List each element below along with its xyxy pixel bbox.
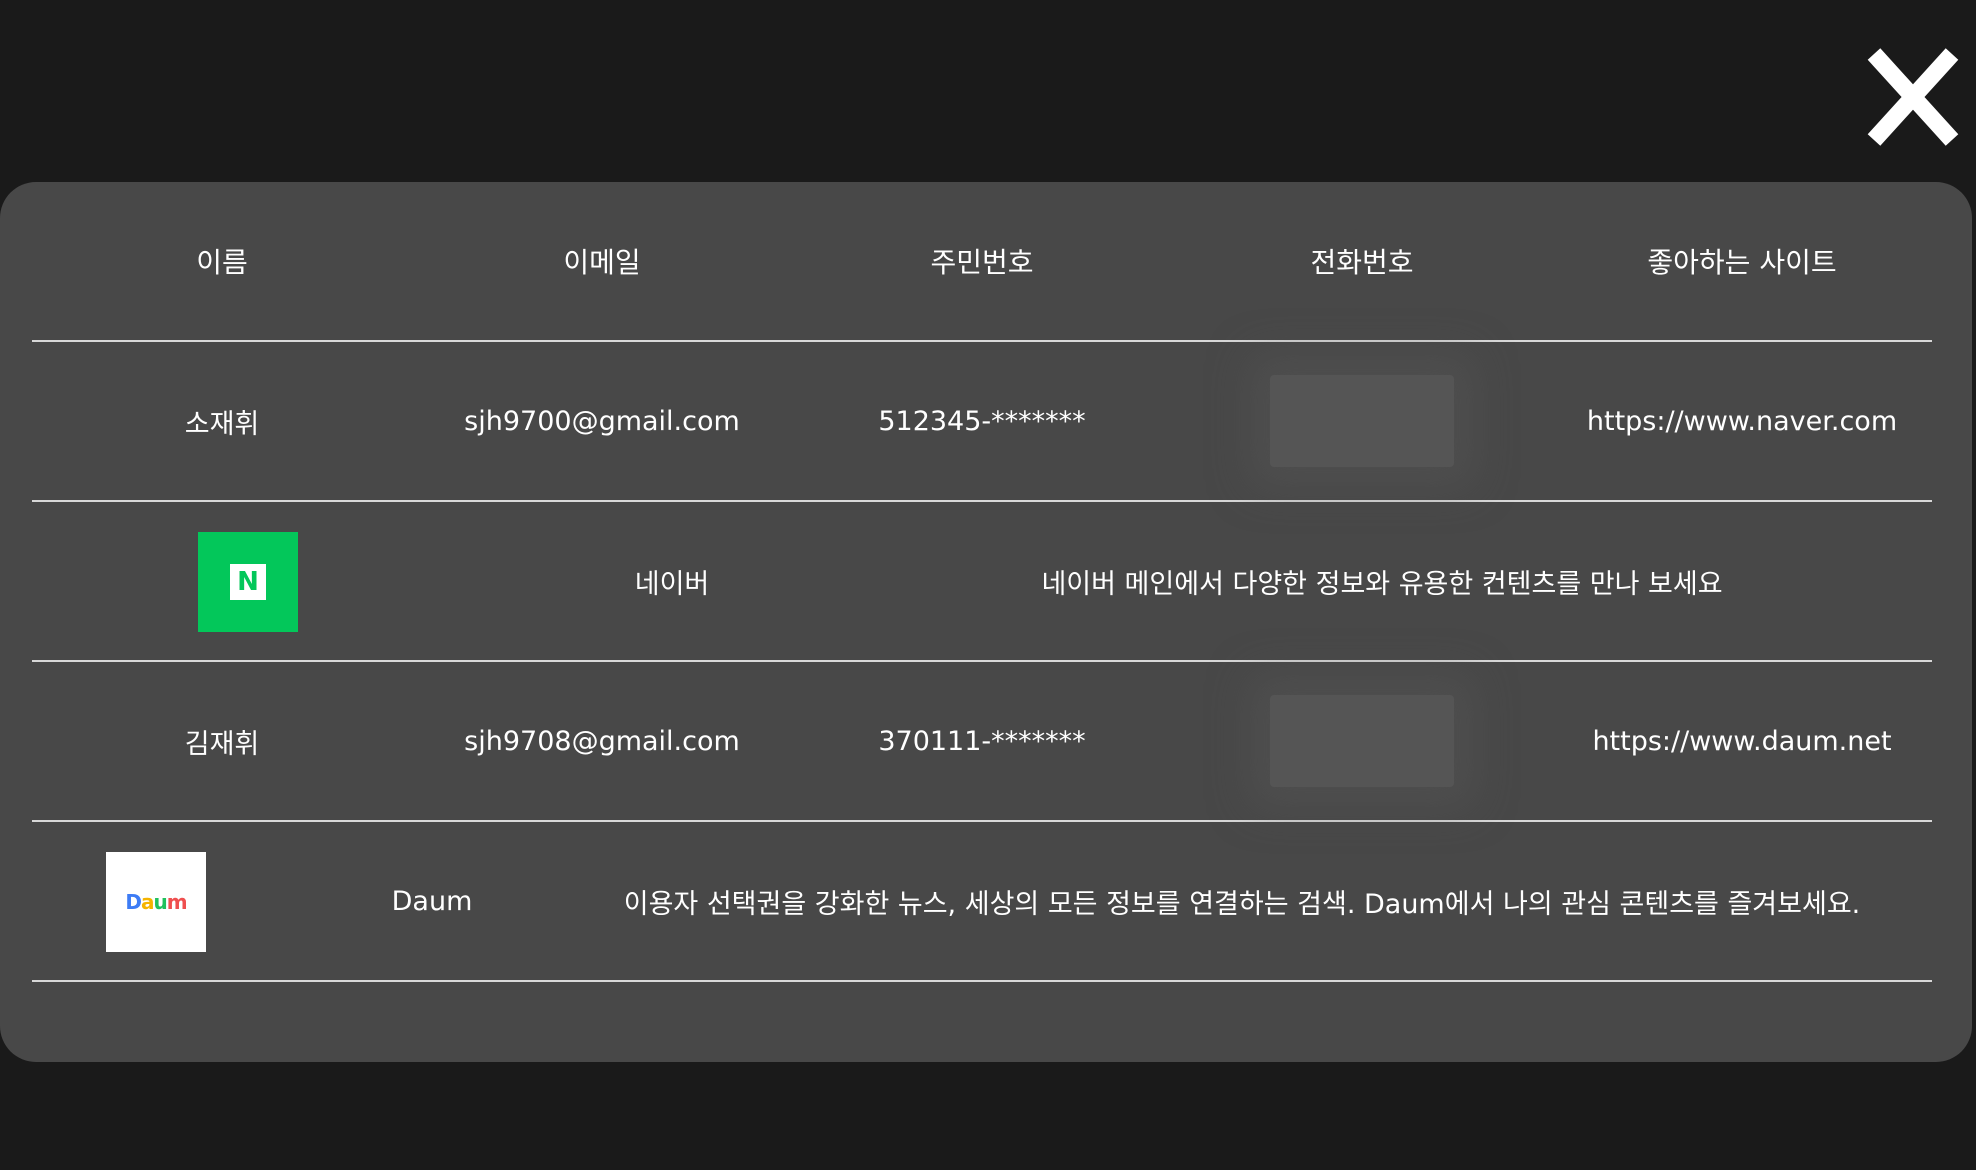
header-phone: 전화번호: [1310, 246, 1414, 279]
header-favorite-site: 좋아하는 사이트: [1647, 246, 1837, 279]
daum-logo-letter: a: [141, 890, 154, 914]
user-phone-blurred: [1172, 342, 1552, 500]
user-table-panel: 이름 이메일 주민번호 전화번호 좋아하는 사이트 소재휘 sjh9700@gm…: [0, 182, 1972, 1062]
daum-logo-letter: m: [166, 890, 188, 914]
table-row-user-2: 김재휘 sjh9708@gmail.com 370111-******* htt…: [32, 662, 1932, 822]
user-phone-blurred: [1172, 662, 1552, 820]
daum-logo-letter: u: [153, 890, 168, 914]
daum-logo-letter: D: [125, 890, 142, 914]
user-email: sjh9708@gmail.com: [464, 725, 740, 757]
blurred-placeholder: [1270, 695, 1454, 787]
user-email: sjh9700@gmail.com: [464, 405, 740, 437]
table-row-site-daum: Daum Daum 이용자 선택권을 강화한 뉴스, 세상의 모든 정보를 연결…: [32, 822, 1932, 982]
user-rrn: 370111-*******: [878, 725, 1086, 757]
blurred-placeholder: [1270, 375, 1454, 467]
close-button[interactable]: [1858, 42, 1968, 152]
user-site-link[interactable]: https://www.daum.net: [1552, 662, 1932, 820]
site-description: 네이버 메인에서 다양한 정보와 유용한 컨텐츠를 만나 보세요: [1041, 568, 1723, 600]
site-description: 이용자 선택권을 강화한 뉴스, 세상의 모든 정보를 연결하는 검색. Dau…: [623, 888, 1861, 920]
naver-logo: N: [198, 532, 298, 632]
user-rrn: 512345-*******: [878, 405, 1086, 437]
site-name: Daum: [391, 885, 473, 917]
header-name: 이름: [196, 246, 248, 279]
user-name: 김재휘: [184, 728, 260, 760]
naver-logo-mark: N: [230, 564, 266, 600]
close-x-icon: [1867, 48, 1959, 146]
user-site-link[interactable]: https://www.naver.com: [1552, 342, 1932, 500]
site-name: 네이버: [634, 568, 710, 600]
table-row-site-naver: N 네이버 네이버 메인에서 다양한 정보와 유용한 컨텐츠를 만나 보세요: [32, 502, 1932, 662]
user-name: 소재휘: [184, 408, 260, 440]
table-row-user-1: 소재휘 sjh9700@gmail.com 512345-******* htt…: [32, 342, 1932, 502]
header-email: 이메일: [563, 246, 641, 279]
table-header-row: 이름 이메일 주민번호 전화번호 좋아하는 사이트: [32, 182, 1932, 342]
daum-logo: Daum: [106, 852, 206, 952]
header-rrn: 주민번호: [930, 246, 1034, 279]
